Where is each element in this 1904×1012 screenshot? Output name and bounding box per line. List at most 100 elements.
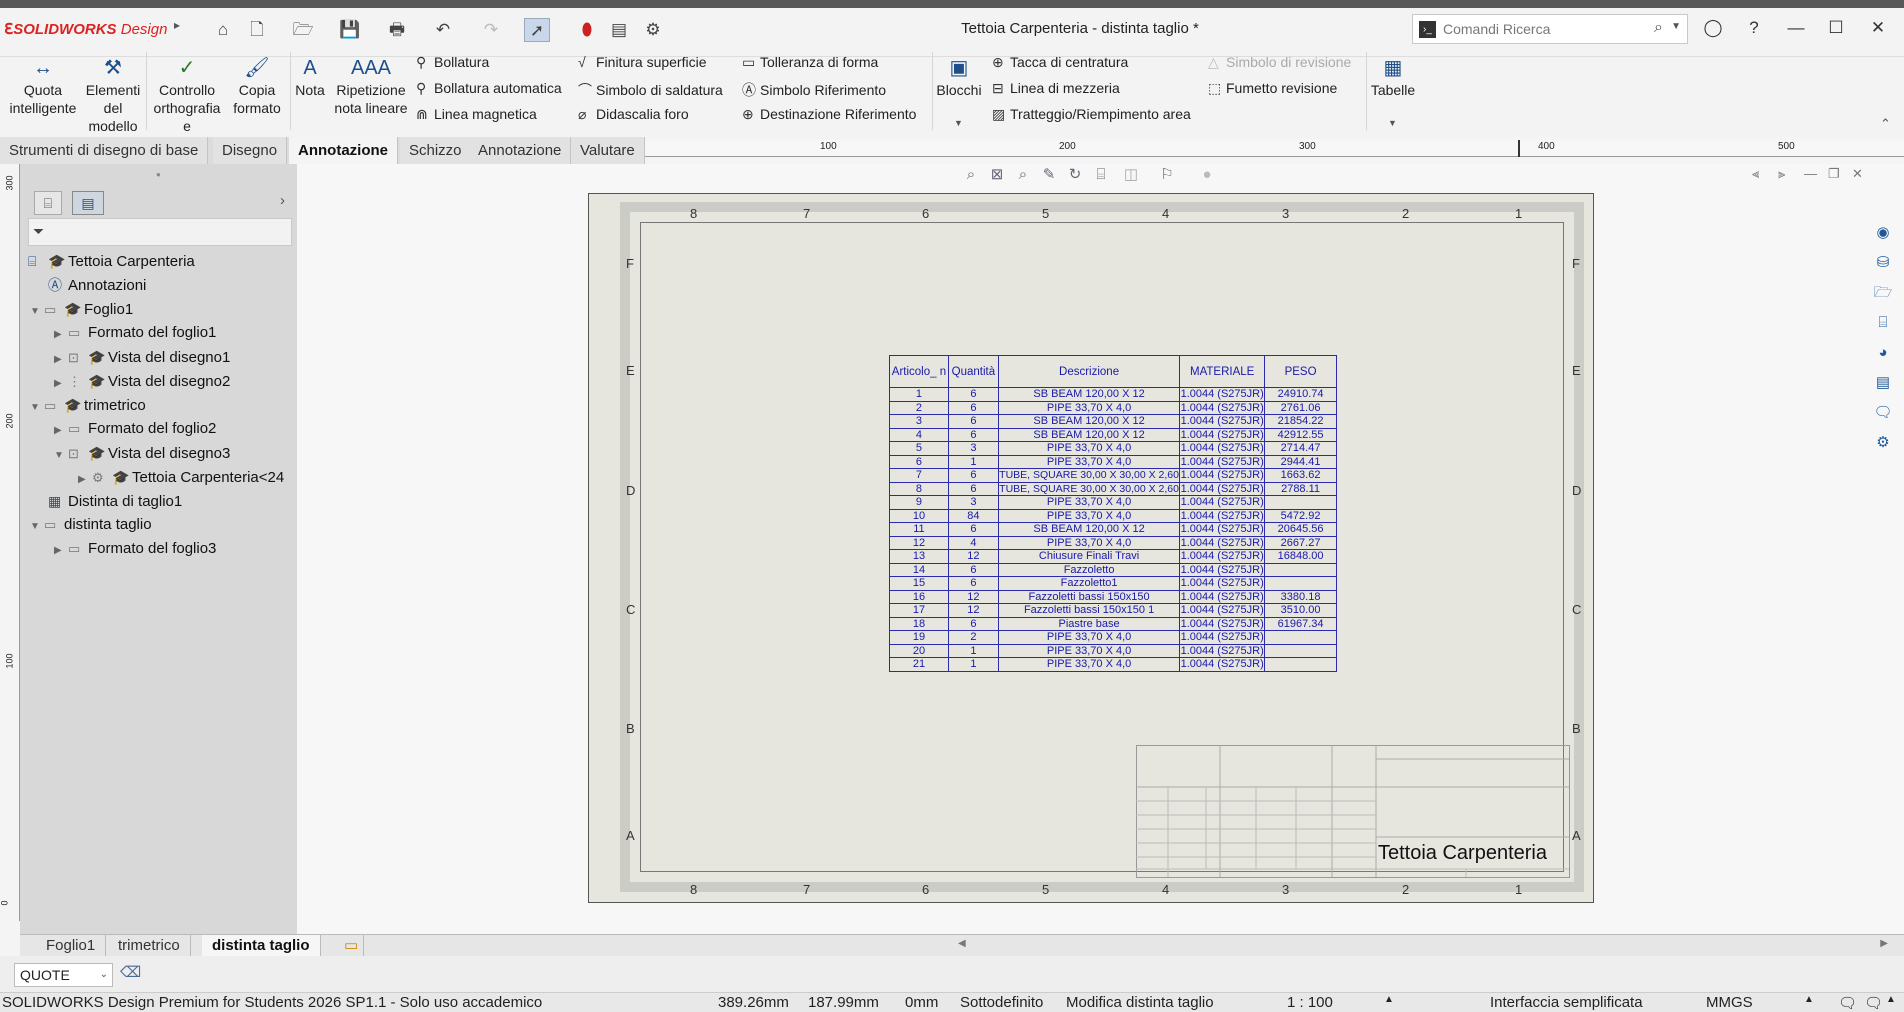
table-cell[interactable]: 6 bbox=[947, 522, 999, 537]
status-units[interactable]: MMGS bbox=[1706, 994, 1753, 1011]
table-cell[interactable]: PIPE 33,70 X 4,0 bbox=[997, 630, 1181, 645]
home-icon[interactable]: ⌂ bbox=[210, 18, 236, 42]
viewport-close-icon[interactable]: ✕ bbox=[1852, 166, 1863, 182]
tab-schizzo[interactable]: Schizzo bbox=[400, 137, 472, 164]
table-cell[interactable]: 1.0044 (S275JR) bbox=[1179, 630, 1266, 645]
table-cell[interactable]: 6 bbox=[947, 468, 999, 483]
table-cell[interactable]: 6 bbox=[947, 414, 999, 429]
table-cell[interactable]: 1.0044 (S275JR) bbox=[1179, 427, 1266, 442]
table-cell[interactable]: 12 bbox=[889, 535, 949, 550]
table-cell[interactable]: 1.0044 (S275JR) bbox=[1179, 400, 1266, 415]
table-row[interactable]: 12 4 PIPE 33,70 X 4,0 1.0044 (S275JR) 2667.2… bbox=[889, 535, 1337, 550]
undo-icon[interactable]: ↶ bbox=[430, 18, 456, 42]
table-row[interactable]: 6 1 PIPE 33,70 X 4,0 1.0044 (S275JR) 2944.41 bbox=[889, 454, 1337, 469]
table-cell[interactable]: 1.0044 (S275JR) bbox=[1179, 522, 1266, 537]
table-cell[interactable]: Fazzoletto bbox=[997, 562, 1181, 577]
table-cell[interactable]: 1 bbox=[947, 643, 999, 658]
search-icon[interactable]: ⌕ bbox=[1654, 19, 1663, 37]
table-cell[interactable]: 1 bbox=[947, 454, 999, 469]
table-row[interactable]: 3 6 SB BEAM 120,00 X 12 1.0044 (S275JR) 2185… bbox=[889, 414, 1337, 429]
table-cell[interactable]: PIPE 33,70 X 4,0 bbox=[997, 400, 1181, 415]
rebuild-icon[interactable]: ⬮ bbox=[574, 18, 600, 42]
centerline-button[interactable]: ⊟ Linea di mezzeria bbox=[992, 80, 1120, 97]
tree-item-distinta-taglio[interactable]: ▼ ▭ distinta taglio bbox=[30, 515, 152, 535]
table-cell[interactable]: 1.0044 (S275JR) bbox=[1179, 454, 1266, 469]
table-row[interactable]: 21 1 PIPE 33,70 X 4,0 1.0044 (S275JR) bbox=[889, 657, 1337, 672]
auto-balloon-button[interactable]: ⚲ Bollatura automatica bbox=[416, 80, 562, 97]
tree-item-foglio1[interactable]: ▼ ▭ 🎓 Foglio1 bbox=[30, 299, 133, 319]
table-cell[interactable]: 1.0044 (S275JR) bbox=[1179, 549, 1266, 564]
viewport-restore-icon[interactable]: ❐ bbox=[1828, 166, 1840, 182]
column-header[interactable]: MATERIALE bbox=[1179, 355, 1266, 388]
table-cell[interactable]: 1.0044 (S275JR) bbox=[1179, 387, 1266, 402]
column-header[interactable]: Articolo_ n bbox=[889, 355, 949, 388]
panel-expand-icon[interactable]: › bbox=[280, 192, 285, 209]
table-cell[interactable]: Fazzoletti bassi 150x150 bbox=[997, 589, 1181, 604]
blocks-button[interactable]: ▣ Blocchi bbox=[934, 55, 984, 99]
table-row[interactable]: 2 6 PIPE 33,70 X 4,0 1.0044 (S275JR) 2761.06 bbox=[889, 400, 1337, 415]
table-row[interactable]: 20 1 PIPE 33,70 X 4,0 1.0044 (S275JR) bbox=[889, 643, 1337, 658]
table-cell[interactable]: 2667.27 bbox=[1264, 535, 1337, 550]
table-cell[interactable] bbox=[1264, 495, 1337, 510]
tab-disegno[interactable]: Disegno bbox=[213, 137, 288, 164]
table-cell[interactable]: 11 bbox=[889, 522, 949, 537]
table-cell[interactable]: 1.0044 (S275JR) bbox=[1179, 441, 1266, 456]
eraser-icon[interactable]: ⌫ bbox=[120, 963, 141, 981]
table-cell[interactable]: 17 bbox=[889, 603, 949, 618]
table-cell[interactable]: Fazzoletto1 bbox=[997, 576, 1181, 591]
table-cell[interactable]: 18 bbox=[889, 616, 949, 631]
linear-note-pattern-button[interactable]: AAA Ripetizione nota lineare bbox=[332, 55, 410, 117]
tree-item-formato1[interactable]: ▶ ▭ Formato del foglio1 bbox=[54, 323, 216, 343]
table-cell[interactable]: 6 bbox=[947, 562, 999, 577]
table-cell[interactable] bbox=[1264, 576, 1337, 591]
smart-dimension-button[interactable]: ↔ Quota intelligente bbox=[8, 55, 78, 117]
format-painter-button[interactable]: 🖌 Copia formato bbox=[228, 55, 286, 117]
table-row[interactable]: 14 6 Fazzoletto 1.0044 (S275JR) bbox=[889, 562, 1337, 577]
table-cell[interactable]: 2944.41 bbox=[1264, 454, 1337, 469]
table-cell[interactable]: 2788.11 bbox=[1264, 481, 1337, 496]
table-row[interactable]: 11 6 SB BEAM 120,00 X 12 1.0044 (S275JR) 206… bbox=[889, 522, 1337, 537]
table-cell[interactable]: PIPE 33,70 X 4,0 bbox=[997, 508, 1181, 523]
appearances-icon[interactable]: ◕ bbox=[1872, 342, 1894, 364]
collapse-arrow-icon[interactable]: ▼ bbox=[30, 517, 44, 537]
expand-arrow-icon[interactable]: ▶ bbox=[54, 421, 68, 441]
minimize-window-button[interactable]: — bbox=[1780, 14, 1812, 42]
table-row[interactable]: 10 84 PIPE 33,70 X 4,0 1.0044 (S275JR) 5472.… bbox=[889, 508, 1337, 523]
table-row[interactable]: 4 6 SB BEAM 120,00 X 12 1.0044 (S275JR) 4291… bbox=[889, 427, 1337, 442]
table-cell[interactable]: 1.0044 (S275JR) bbox=[1179, 414, 1266, 429]
table-cell[interactable]: 15 bbox=[889, 576, 949, 591]
tree-item-root[interactable]: ⌸ 🎓 Tettoia Carpenteria bbox=[28, 251, 195, 271]
table-cell[interactable]: 1.0044 (S275JR) bbox=[1179, 495, 1266, 510]
tables-dropdown-icon[interactable]: ▼ bbox=[1388, 118, 1397, 128]
view-palette-icon[interactable]: ⌸ bbox=[1872, 312, 1894, 334]
table-cell[interactable]: 21 bbox=[889, 657, 949, 672]
table-cell[interactable]: 84 bbox=[947, 508, 999, 523]
tree-item-distinta1[interactable]: ▦ Distinta di taglio1 bbox=[48, 491, 182, 511]
table-cell[interactable]: SB BEAM 120,00 X 12 bbox=[997, 414, 1181, 429]
table-cell[interactable]: 3380.18 bbox=[1264, 589, 1337, 604]
table-cell[interactable]: 61967.34 bbox=[1264, 616, 1337, 631]
table-cell[interactable]: 1.0044 (S275JR) bbox=[1179, 576, 1266, 591]
table-cell[interactable]: 5 bbox=[889, 441, 949, 456]
save-icon[interactable]: 💾 bbox=[337, 18, 363, 42]
datum-target-button[interactable]: ⊕ Destinazione Riferimento bbox=[742, 106, 916, 123]
previous-view-icon[interactable]: ⌕ bbox=[1012, 164, 1034, 186]
command-search-box[interactable]: ›_ Comandi Ricerca ⌕ ▼ bbox=[1412, 14, 1688, 44]
tree-filter-field[interactable]: ⏷ bbox=[28, 218, 292, 246]
hole-callout-button[interactable]: ⌀ Didascalia foro bbox=[578, 106, 689, 123]
tree-item-formato2[interactable]: ▶ ▭ Formato del foglio2 bbox=[54, 419, 216, 439]
table-cell[interactable]: 12 bbox=[947, 589, 999, 604]
notifications-icon[interactable]: 🗨 bbox=[1864, 994, 1883, 1012]
table-row[interactable]: 18 6 Piastre base 1.0044 (S275JR) 61967.34 bbox=[889, 616, 1337, 631]
tree-item-part[interactable]: ▶ ⚙ 🎓 Tettoia Carpenteria<24 bbox=[78, 467, 284, 487]
tab-valutare[interactable]: Valutare bbox=[571, 137, 645, 164]
table-cell[interactable]: 5472.92 bbox=[1264, 508, 1337, 523]
column-header[interactable]: Quantità bbox=[947, 355, 999, 388]
status-up-icon[interactable]: ▲ bbox=[1886, 994, 1896, 1005]
table-cell[interactable]: 14 bbox=[889, 562, 949, 577]
zoom-to-fit-icon[interactable]: ⌕ bbox=[960, 164, 982, 186]
panel-handle[interactable]: ● bbox=[156, 170, 161, 179]
table-cell[interactable]: PIPE 33,70 X 4,0 bbox=[997, 657, 1181, 672]
table-cell[interactable]: SB BEAM 120,00 X 12 bbox=[997, 387, 1181, 402]
table-cell[interactable]: 42912.55 bbox=[1264, 427, 1337, 442]
